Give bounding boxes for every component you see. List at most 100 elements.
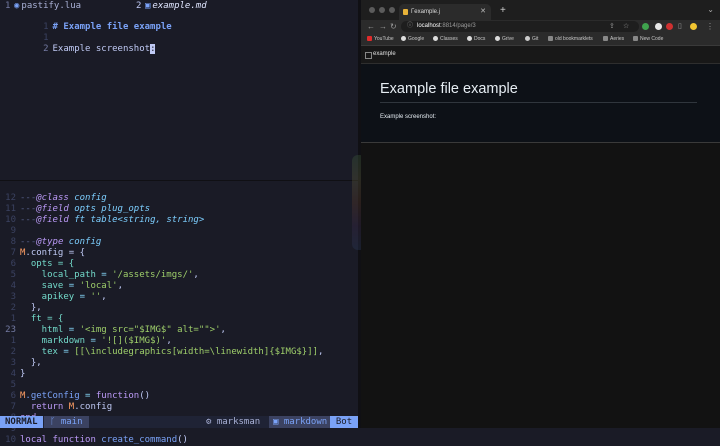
- bookmark-label: New Code: [640, 36, 664, 42]
- gear-icon: ⚙: [206, 417, 217, 427]
- markdown-text: Example screenshot: [52, 44, 151, 54]
- code-key: local_path: [20, 270, 96, 280]
- annotation-tag: @class: [36, 193, 69, 203]
- text-cursor: :: [150, 44, 156, 54]
- code-operator: =: [63, 325, 80, 335]
- bookmark-aeries[interactable]: Aeries: [603, 33, 624, 45]
- code-punct: ,: [166, 336, 172, 346]
- back-arrow-icon[interactable]: ←: [367, 21, 375, 32]
- code-line: 1: [0, 22, 358, 43]
- code-key: markdown: [20, 336, 86, 346]
- code-line: 4}: [0, 369, 358, 380]
- github-icon: [525, 36, 530, 41]
- code-punct: ,: [117, 281, 123, 291]
- browser-window: Γexample.j ✕ + ⌄ ← → ↻ ⓘ localhost:8814/…: [361, 0, 720, 428]
- vim-mode-indicator: NORMAL: [0, 416, 43, 428]
- pane-divider[interactable]: [0, 180, 358, 181]
- code-line: 11 ---@field opts plug_opts: [0, 204, 358, 215]
- code-line: 4 save = 'local',: [0, 281, 358, 292]
- sidebar-icon[interactable]: ▯: [678, 21, 682, 32]
- annotation-tag: @type: [36, 237, 64, 247]
- minimize-window-button[interactable]: [379, 7, 385, 13]
- code-line: 2 Example screenshot:: [0, 33, 358, 54]
- annotation-name: ft: [68, 215, 86, 225]
- git-branch[interactable]: ᚴ main: [44, 416, 89, 428]
- code-punct: ,: [101, 292, 107, 302]
- close-tab-icon[interactable]: ✕: [480, 4, 486, 20]
- youtube-icon: [367, 36, 372, 41]
- code-string: '<img src="$IMG$" alt="">': [79, 325, 221, 335]
- code-keyword: local function: [20, 435, 102, 445]
- page-title: Example file example: [380, 81, 518, 97]
- line-number: 2: [43, 44, 49, 54]
- folder-icon: [548, 36, 553, 41]
- code-key: tex: [20, 347, 58, 357]
- address-path: :8814/page/3: [440, 23, 476, 29]
- forward-arrow-icon[interactable]: →: [379, 21, 387, 32]
- share-icon[interactable]: ⇪: [609, 21, 615, 32]
- neovim-editor: ◉ pastify.lua 1 2 ▣ example.md 1 # Example …: [0, 0, 358, 445]
- code-function: .getConfig: [25, 391, 80, 401]
- code-text: .config = {: [25, 248, 86, 258]
- code-operator: =: [95, 270, 113, 280]
- bookmark-label: YouTube: [374, 36, 394, 42]
- folder-icon: [633, 36, 638, 41]
- line-number: 12: [5, 193, 16, 203]
- bookmark-git[interactable]: Git: [525, 33, 538, 45]
- extension-icon[interactable]: [666, 23, 673, 30]
- bookmark-grive[interactable]: Grive: [495, 33, 514, 45]
- bookmark-classes[interactable]: Classes: [433, 33, 458, 45]
- annotation-type: config: [68, 193, 107, 203]
- annotation-tag: @field: [36, 204, 69, 214]
- code-key: save: [20, 281, 64, 291]
- bookmark-label: Classes: [440, 36, 458, 42]
- code-line: 9: [0, 226, 358, 237]
- code-function: create_command: [101, 435, 178, 445]
- bookmark-old-bookmarklets[interactable]: old bookmarklets: [548, 33, 593, 45]
- code-key: html: [20, 325, 64, 335]
- maximize-window-button[interactable]: [389, 7, 395, 13]
- code-operator: =: [74, 292, 91, 302]
- buffer-tab-label: example.md: [152, 1, 207, 11]
- code-text: ft = {: [20, 314, 64, 324]
- document-header: example: [361, 46, 720, 64]
- new-tab-button[interactable]: +: [500, 5, 506, 17]
- google-icon: [467, 36, 472, 41]
- line-number: 1: [10, 336, 16, 346]
- filetype-indicator: ▣ markdown: [269, 416, 332, 428]
- code-line: 5: [0, 380, 358, 391]
- bookmark-youtube[interactable]: YouTube: [367, 33, 394, 45]
- browser-tab-title: Γexample.j: [411, 9, 440, 15]
- code-keyword: function: [95, 391, 140, 401]
- bookmark-label: Aeries: [610, 36, 625, 42]
- line-number: 10: [5, 215, 16, 225]
- browser-tab[interactable]: Γexample.j ✕: [399, 4, 491, 20]
- annotation-type: config: [63, 237, 102, 247]
- extension-icon[interactable]: [642, 23, 649, 30]
- comment-dash: ---: [20, 193, 37, 203]
- status-line: NORMAL ᚴ main ⚙ marksman ▣ markdown Bot: [0, 416, 358, 428]
- markdown-icon: ▣: [273, 417, 284, 427]
- bookmark-google[interactable]: Google: [401, 33, 424, 45]
- reload-icon[interactable]: ↻: [390, 21, 397, 32]
- line-number: 7: [10, 402, 16, 412]
- bookmark-star-icon[interactable]: ☆: [623, 21, 629, 32]
- favicon-icon: [403, 9, 408, 15]
- bookmark-docs[interactable]: Docs: [467, 33, 485, 45]
- code-key: apikey: [20, 292, 75, 302]
- code-line: 7 return M.config: [0, 402, 358, 413]
- address-bar[interactable]: ⓘ localhost:8814/page/3: [401, 21, 639, 32]
- page-paragraph: Example screenshot:: [380, 114, 437, 120]
- tab-search-icon[interactable]: ⌄: [707, 5, 714, 14]
- code-punct: ,: [193, 270, 199, 280]
- code-line: 10 local function create_command(): [0, 435, 358, 446]
- line-number: 8: [10, 237, 16, 247]
- extension-icon[interactable]: [655, 23, 662, 30]
- profile-avatar[interactable]: [690, 23, 697, 30]
- menu-dots-icon[interactable]: ⋮: [706, 21, 714, 32]
- code-line: 6 M.getConfig = function(): [0, 391, 358, 402]
- code-line: 10 ---@field ft table<string, string>: [0, 215, 358, 226]
- code-string: '![]($IMG$)': [101, 336, 167, 346]
- close-window-button[interactable]: [369, 7, 375, 13]
- bookmark-new-code[interactable]: New Code: [633, 33, 663, 45]
